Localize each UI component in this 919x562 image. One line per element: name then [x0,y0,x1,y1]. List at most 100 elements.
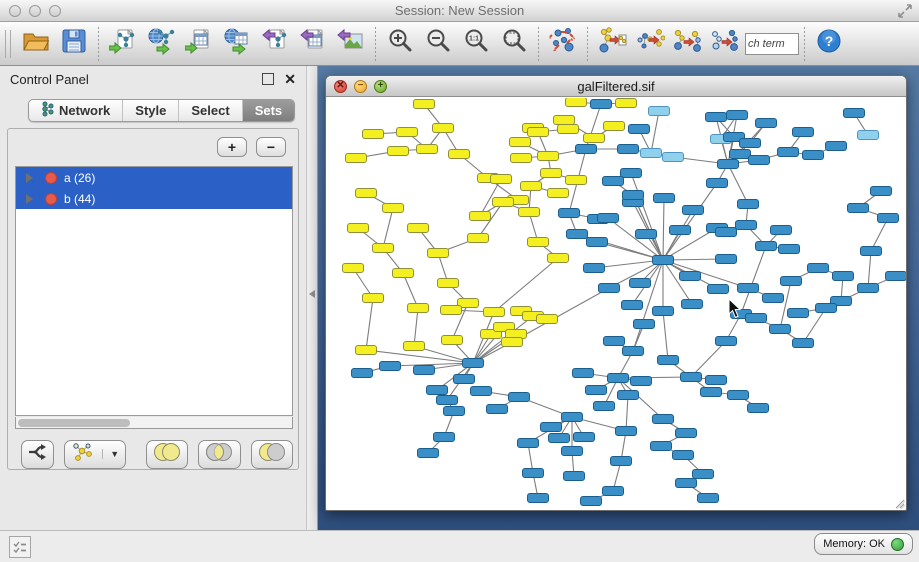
graph-node-blue[interactable] [654,194,675,203]
select-filtered-button[interactable] [669,25,707,63]
graph-edge[interactable] [868,251,871,288]
split-set-button[interactable] [21,440,54,469]
graph-node-yellow[interactable] [541,169,562,178]
graph-node-blue[interactable] [623,191,644,200]
graph-node-yellow[interactable] [449,150,470,159]
graph-node-blue[interactable] [414,366,435,375]
graph-node-blue[interactable] [352,369,373,378]
graph-node-blue[interactable] [778,148,799,157]
graph-node-blue[interactable] [487,405,508,414]
graph-node-yellow[interactable] [441,306,462,315]
save-session-button[interactable] [55,25,93,63]
graph-edge[interactable] [780,281,791,329]
graph-node-blue[interactable] [682,300,703,309]
graph-node-blue[interactable] [471,387,492,396]
graph-node-blue[interactable] [716,255,737,264]
graph-node-blue[interactable] [653,307,674,316]
import-network-file-button[interactable] [104,25,142,63]
resize-arrows-icon[interactable] [897,3,913,19]
graph-node-yellow[interactable] [548,189,569,198]
graph-node-yellow[interactable] [373,244,394,253]
graph-node-yellow[interactable] [433,124,454,133]
graph-node-blue[interactable] [858,131,879,140]
graph-node-blue[interactable] [653,415,674,424]
deselect-all-button[interactable] [707,25,745,63]
graph-node-yellow[interactable] [558,125,579,134]
graph-node-blue[interactable] [680,272,701,281]
add-set-button[interactable]: + [217,137,247,157]
tab-style[interactable]: Style [123,100,179,121]
graph-node-blue[interactable] [730,150,751,159]
graph-node-blue[interactable] [793,128,814,137]
graph-node-blue[interactable] [653,256,674,265]
graph-node-blue[interactable] [676,429,697,438]
network-view-window[interactable]: galFiltered.sif ✕ − + [325,75,907,511]
graph-node-blue[interactable] [833,272,854,281]
graph-node-blue[interactable] [418,449,439,458]
graph-node-yellow[interactable] [554,116,575,125]
graph-node-blue[interactable] [630,279,651,288]
hscrollbar-thumb[interactable] [18,419,130,427]
zoom-out-button[interactable] [419,25,457,63]
graph-node-blue[interactable] [541,423,562,432]
graph-node-blue[interactable] [621,169,642,178]
status-config-button[interactable] [9,536,31,558]
tab-sets[interactable]: Sets [243,100,294,121]
graph-node-yellow[interactable] [604,122,625,131]
memory-status-button[interactable]: Memory: OK [814,533,913,555]
dropdown-arrow-icon[interactable]: ▼ [102,449,119,459]
graph-node-blue[interactable] [608,374,629,383]
graph-node-blue[interactable] [693,470,714,479]
graph-node-blue[interactable] [676,479,697,488]
graph-node-blue[interactable] [454,375,475,384]
graph-node-blue[interactable] [634,320,655,329]
graph-node-blue[interactable] [748,404,769,413]
graph-node-blue[interactable] [573,369,594,378]
set-union-button[interactable] [146,440,188,469]
graph-node-blue[interactable] [562,413,583,422]
graph-node-blue[interactable] [598,214,619,223]
graph-node-blue[interactable] [523,469,544,478]
graph-edge[interactable] [414,308,418,346]
graph-node-blue[interactable] [716,228,737,237]
graph-node-yellow[interactable] [528,238,549,247]
graph-edge[interactable] [741,246,766,314]
set-list-item[interactable]: a (26) [16,167,292,188]
graph-node-yellow[interactable] [343,264,364,273]
graph-edge[interactable] [494,258,558,312]
tab-network[interactable]: Network [29,100,123,121]
network-graph[interactable] [328,98,906,510]
graph-node-blue[interactable] [681,373,702,382]
graph-node-blue[interactable] [599,284,620,293]
network-search-input[interactable]: ch term [745,33,799,55]
tab-select[interactable]: Select [179,100,242,121]
network-window-titlebar[interactable]: galFiltered.sif ✕ − + [326,76,906,97]
graph-node-blue[interactable] [707,179,728,188]
graph-node-blue[interactable] [649,107,670,116]
graph-node-blue[interactable] [618,145,639,154]
graph-node-blue[interactable] [858,284,879,293]
import-table-file-button[interactable] [180,25,218,63]
graph-node-blue[interactable] [670,226,691,235]
graph-node-blue[interactable] [581,497,602,506]
graph-node-yellow[interactable] [417,145,438,154]
graph-node-blue[interactable] [518,439,539,448]
graph-node-blue[interactable] [434,433,455,442]
import-network-web-button[interactable] [142,25,180,63]
graph-node-blue[interactable] [861,247,882,256]
graph-node-blue[interactable] [576,145,597,154]
graph-node-blue[interactable] [886,272,907,281]
graph-node-blue[interactable] [618,391,639,400]
graph-node-blue[interactable] [591,100,612,109]
graph-node-blue[interactable] [427,386,448,395]
maximize-view-button[interactable]: + [374,80,387,93]
graph-node-blue[interactable] [651,442,672,451]
graph-node-yellow[interactable] [537,315,558,324]
select-first-neighbors-button[interactable] [593,25,631,63]
graph-edge[interactable] [626,395,628,431]
import-table-web-button[interactable] [218,25,256,63]
graph-node-blue[interactable] [631,377,652,386]
graph-node-yellow[interactable] [383,204,404,213]
graph-node-blue[interactable] [564,472,585,481]
graph-node-blue[interactable] [663,153,684,162]
